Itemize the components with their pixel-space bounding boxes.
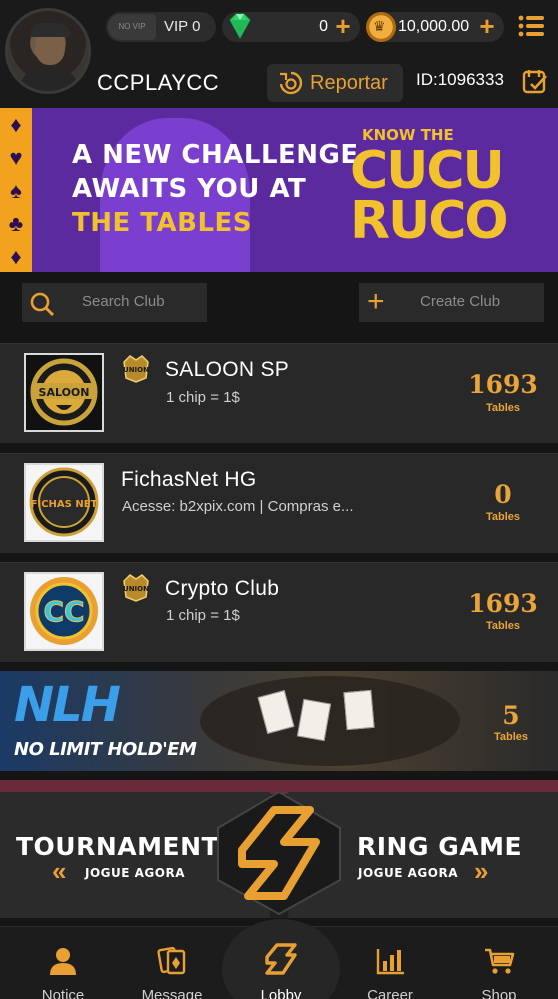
nav-label: Lobby [260,987,302,999]
chevron-left-icon: « [52,856,67,886]
nlh-subtitle: NO LIMIT HOLD'EM [14,739,197,760]
nav-lobby[interactable]: Lobby [231,927,331,999]
check-in-icon[interactable] [522,68,548,94]
game-modes-panel: TOURNAMENT « JOGUE AGORA RING GAME JOGUE… [0,780,558,918]
diamond-icon [229,13,251,40]
club-name: Crypto Club [165,577,280,600]
add-gems-button[interactable]: + [332,13,354,39]
menu-icon[interactable] [518,14,546,38]
bottom-navigation: Notice Message Lobby Career Shop [0,919,558,999]
tables-count: 1693 [468,589,538,618]
chevron-right-icon: » [474,856,489,886]
tables-count: 1693 [468,370,538,399]
plus-icon: + [367,285,385,318]
tables-label: Tables [485,511,521,523]
union-badge-icon: UNION [123,574,149,602]
create-club-button[interactable]: + Create Club [359,283,544,322]
club-description: 1 chip = 1$ [166,607,240,624]
coin-balance: ♛ 10,000.00 + [366,12,504,42]
banner-logo-bottom: RUCO [350,191,509,251]
nlh-game-row[interactable]: NLH NO LIMIT HOLD'EM 5 Tables [0,671,558,771]
club-logo-text: FICHAS NET [31,499,98,510]
add-coins-button[interactable]: + [476,13,498,39]
tables-label: Tables [485,620,521,632]
vip-tag: NO VIP [108,14,156,40]
nav-label: Notice [41,987,85,999]
card-suits-strip: ♦ ♥ ♠ ♣ ♦ [0,108,32,272]
nav-message[interactable]: Message [122,927,222,999]
nav-label: Shop [481,987,517,999]
union-badge-icon: UNION [123,355,149,383]
club-row-fichasnet-hg[interactable]: FICHAS NET FichasNet HG Acesse: b2xpix.c… [0,453,558,553]
user-avatar[interactable] [5,8,91,94]
crown-coin-icon: ♛ [366,12,396,42]
search-club-button[interactable]: Search Club [22,283,207,322]
banner-line-1: A NEW CHALLENGE [72,140,359,170]
poker-table-image [200,676,460,766]
top-header: NO VIP VIP 0 0 + ♛ 10,000.00 + CCPLAYCC … [0,0,558,108]
user-icon [50,948,76,975]
banner-line-2: AWAITS YOU AT [72,174,307,204]
club-logo-text: CC [43,595,84,628]
user-id: ID:1096333 [416,70,504,89]
tables-label: Tables [485,402,521,414]
club-description: 1 chip = 1$ [166,389,240,406]
club-logo: CC [24,572,104,651]
union-badge-text: UNION [123,585,149,593]
club-row-crypto-club[interactable]: CC UNION Crypto Club 1 chip = 1$ 1693 Ta… [0,562,558,662]
club-logo: FICHAS NET [24,463,104,542]
vip-pill[interactable]: NO VIP VIP 0 [106,12,216,42]
banner-line-3: THE TABLES [72,208,253,238]
cart-icon [485,948,515,974]
ring-game-cta: JOGUE AGORA [358,866,458,880]
create-club-label: Create Club [420,293,501,310]
nav-label: Message [141,987,203,999]
nlh-title: NLH [14,677,121,733]
nav-career[interactable]: Career [340,927,440,999]
union-badge-text: UNION [123,366,149,374]
nav-shop[interactable]: Shop [449,927,549,999]
club-name: FichasNet HG [121,468,257,491]
club-description: Acesse: b2xpix.com | Compras e... [122,498,354,515]
lobby-logo-icon [265,943,297,975]
club-name: SALOON SP [165,358,290,381]
nav-label: Career [367,987,413,999]
club-row-saloon-sp[interactable]: SALOON UNION SALOON SP 1 chip = 1$ 1693 … [0,343,558,443]
nav-notice[interactable]: Notice [13,927,113,999]
coin-value: 10,000.00 [398,18,470,35]
playing-card [343,689,375,731]
tables-label: Tables [493,731,529,743]
brand-logo-icon [217,790,341,916]
club-logo-text: SALOON [39,386,90,399]
banner-logo: CUCU RUCO [350,141,509,251]
bar-chart-icon [376,949,404,975]
banner-logo-top: CUCU [350,141,505,201]
tables-count: 5 [502,701,520,730]
club-logo: SALOON [24,353,104,432]
gem-value: 0 [319,18,328,35]
search-club-label: Search Club [82,293,165,310]
username: CCPLAYCC [97,70,220,95]
cards-icon [157,946,186,975]
tournament-cta: JOGUE AGORA [85,866,185,880]
promo-banner[interactable]: ♦ ♥ ♠ ♣ ♦ A NEW CHALLENGE AWAITS YOU AT THE … [0,108,558,272]
vip-level: VIP 0 [164,18,201,35]
tables-count: 0 [494,480,512,509]
report-icon [279,71,303,95]
tournament-label: TOURNAMENT [16,832,220,861]
search-icon [30,292,55,317]
ring-game-label: RING GAME [357,832,523,861]
report-label: Reportar [310,72,388,94]
gem-balance: 0 + [222,12,360,42]
report-button[interactable]: Reportar [267,64,403,102]
